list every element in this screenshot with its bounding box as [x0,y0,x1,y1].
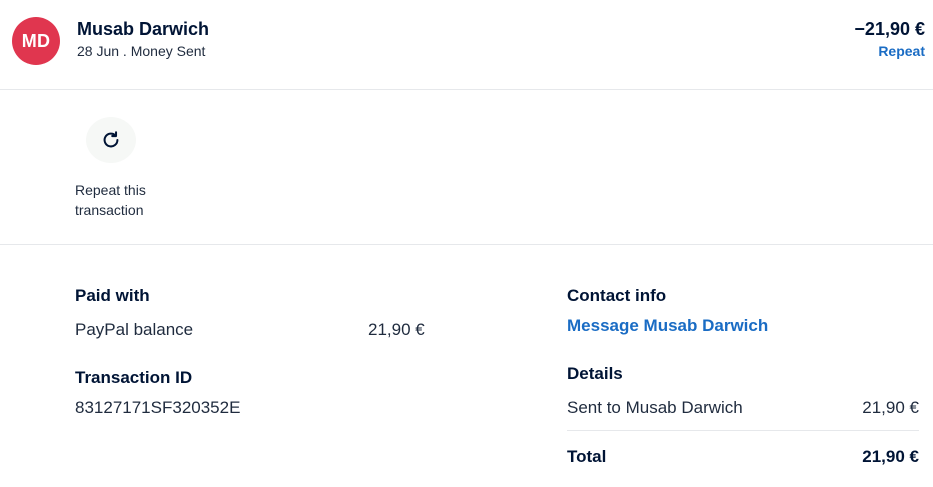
avatar: MD [12,17,60,65]
total-label: Total [567,447,607,466]
transaction-date-type: 28 Jun . Money Sent [77,43,206,59]
recipient-name: Musab Darwich [77,19,210,39]
refresh-icon [103,131,119,148]
repeat-label-line1: Repeat this [75,182,146,198]
payment-method: PayPal balance [75,320,194,339]
quick-actions: Repeat this transaction [0,91,933,245]
paid-with-heading: Paid with [75,286,150,305]
details-heading: Details [567,364,623,383]
total-amount: 21,90 € [862,447,919,466]
repeat-link[interactable]: Repeat [878,43,925,59]
transaction-id-heading: Transaction ID [75,368,193,387]
repeat-label-line2: transaction [75,202,144,218]
contact-info-heading: Contact info [567,286,667,305]
repeat-transaction-label[interactable]: Repeat this transaction [75,180,175,220]
transaction-id: 83127171SF320352E [75,398,241,417]
repeat-transaction-button[interactable] [86,117,136,163]
message-recipient-link[interactable]: Message Musab Darwich [567,316,768,336]
details-line-label: Sent to Musab Darwich [567,398,743,417]
transaction-amount: −21,90 € [854,19,925,39]
transaction-header: MD Musab Darwich 28 Jun . Money Sent −21… [0,0,933,90]
payment-method-amount: 21,90 € [368,320,425,339]
details-divider [567,430,919,431]
details-line-amount: 21,90 € [862,398,919,417]
